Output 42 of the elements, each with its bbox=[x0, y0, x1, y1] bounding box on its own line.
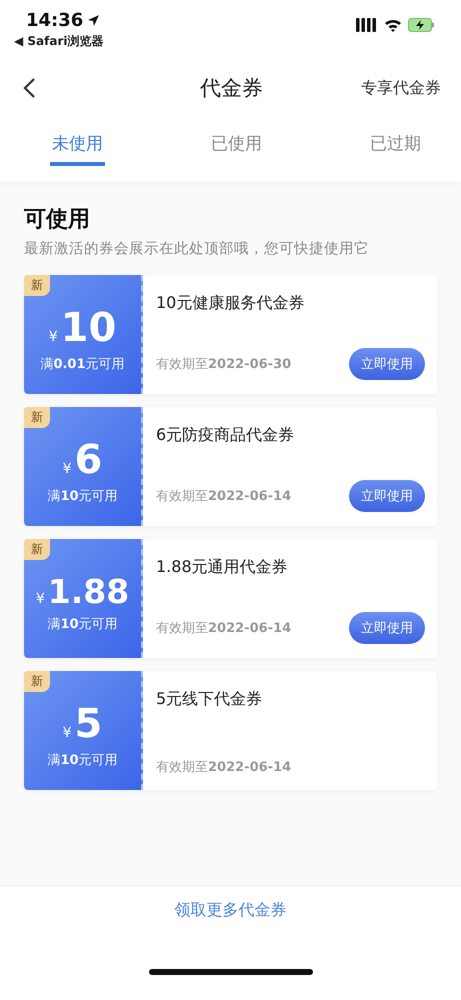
currency-symbol: ¥ bbox=[48, 328, 58, 344]
coupon-amount: 10 bbox=[60, 304, 116, 350]
new-badge: 新 bbox=[24, 539, 50, 560]
use-now-button[interactable]: 立即使用 bbox=[349, 348, 425, 380]
expiry-date: 有效期至2022-06-14 bbox=[156, 759, 292, 776]
use-now-button[interactable]: 立即使用 bbox=[349, 612, 425, 644]
exclusive-coupons-link[interactable]: 专享代金券 bbox=[361, 78, 441, 98]
new-badge: 新 bbox=[24, 407, 50, 428]
currency-symbol: ¥ bbox=[62, 460, 72, 476]
coupon-name: 10元健康服务代金券 bbox=[156, 293, 306, 314]
back-to-app-link[interactable]: ◀ Safari浏览器 bbox=[14, 33, 104, 50]
expiry-date: 有效期至2022-06-14 bbox=[156, 488, 292, 505]
tab[interactable]: 已使用 bbox=[209, 122, 264, 166]
section-title: 可使用 bbox=[24, 206, 91, 234]
currency-symbol: ¥ bbox=[36, 591, 45, 607]
coupon-amount: 1.88 bbox=[48, 572, 130, 611]
battery-charging-icon bbox=[408, 18, 435, 32]
usage-condition: 满10元可用 bbox=[47, 488, 118, 504]
use-now-button[interactable]: 立即使用 bbox=[349, 480, 425, 512]
status-time: 14:36 bbox=[26, 10, 84, 31]
page-title: 代金券 bbox=[200, 75, 263, 102]
coupon-amount: 6 bbox=[74, 436, 102, 482]
usage-condition: 满0.01元可用 bbox=[40, 356, 125, 372]
new-badge: 新 bbox=[24, 671, 50, 692]
location-arrow-icon bbox=[87, 14, 100, 27]
expiry-date: 有效期至2022-06-30 bbox=[156, 356, 292, 373]
currency-symbol: ¥ bbox=[62, 724, 72, 740]
new-badge: 新 bbox=[24, 275, 50, 296]
section-subtitle: 最新激活的券会展示在此处顶部哦，您可快捷使用它 bbox=[24, 240, 370, 258]
signal-icon bbox=[356, 18, 378, 32]
usage-condition: 满10元可用 bbox=[47, 616, 118, 633]
get-more-coupons-link[interactable]: 领取更多代金券 bbox=[174, 900, 286, 921]
tab[interactable]: 已过期 bbox=[368, 122, 423, 166]
expiry-date: 有效期至2022-06-14 bbox=[156, 620, 292, 637]
tab[interactable]: 未使用 bbox=[50, 122, 105, 166]
usage-condition: 满10元可用 bbox=[47, 752, 118, 768]
coupon-name: 6元防疫商品代金券 bbox=[156, 425, 296, 446]
back-chevron-icon[interactable] bbox=[22, 77, 36, 99]
wifi-icon bbox=[384, 18, 402, 32]
coupon-name: 1.88元通用代金券 bbox=[156, 557, 289, 578]
coupon-name: 5元线下代金券 bbox=[156, 689, 264, 710]
coupon-amount: 5 bbox=[74, 700, 102, 746]
